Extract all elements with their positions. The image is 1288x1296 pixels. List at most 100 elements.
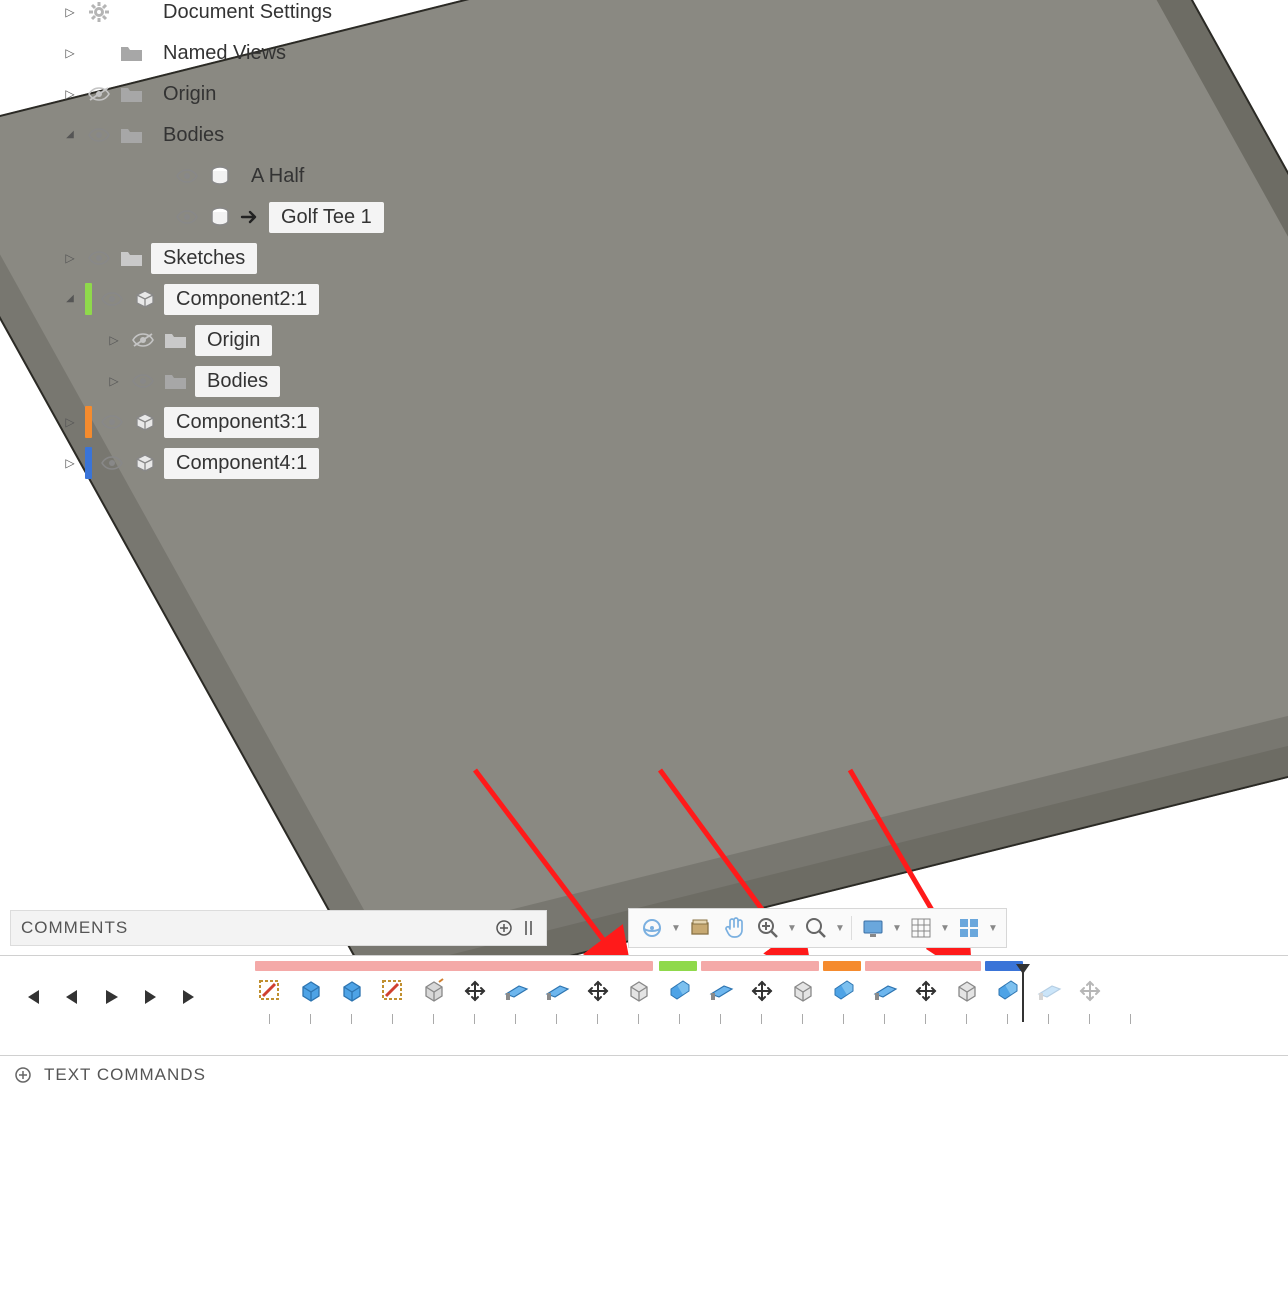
timeline-feature-extrude-gray[interactable]	[419, 976, 449, 1006]
visibility-visible-icon[interactable]	[85, 125, 113, 145]
expand-collapse-arrow[interactable]: ◢	[61, 125, 79, 143]
tree-item-label[interactable]: Component4:1	[164, 448, 319, 479]
timeline-strip	[701, 961, 819, 971]
playback-step-fwd-button[interactable]	[138, 984, 164, 1010]
tree-row[interactable]: ▷ Bodies	[55, 362, 475, 400]
dropdown-arrow-icon[interactable]: ▼	[787, 923, 797, 934]
timeline-feature-move[interactable]	[911, 976, 941, 1006]
expand-collapse-arrow[interactable]: ▷	[61, 44, 79, 62]
timeline-feature-sketch[interactable]	[378, 976, 408, 1006]
tree-item-label[interactable]: Origin	[195, 325, 272, 356]
viewports-button[interactable]	[954, 913, 984, 943]
tree-row[interactable]: ▷ Component3:1	[55, 403, 475, 441]
playback-skip-fwd-button[interactable]	[178, 984, 204, 1010]
dropdown-arrow-icon[interactable]: ▼	[835, 923, 845, 934]
timeline-feature-sketch[interactable]	[255, 976, 285, 1006]
dropdown-arrow-icon[interactable]: ▼	[671, 923, 681, 934]
timeline-playhead[interactable]	[1022, 972, 1024, 1022]
tree-row[interactable]: ◢ Bodies	[55, 116, 475, 154]
tree-row[interactable]: ◢ Component2:1	[55, 280, 475, 318]
tree-item-label[interactable]: Document Settings	[151, 0, 344, 28]
timeline-feature-move-dim[interactable]	[1075, 976, 1105, 1006]
visibility-visible-icon[interactable]	[173, 166, 201, 186]
visibility-visible-icon[interactable]	[173, 207, 201, 227]
expand-collapse-arrow[interactable]: ▷	[105, 372, 123, 390]
tree-row[interactable]: A Half	[55, 157, 475, 195]
playback-skip-back-button[interactable]	[18, 984, 44, 1010]
tree-item-label[interactable]: Origin	[151, 79, 228, 110]
timeline-feature-component[interactable]	[624, 976, 654, 1006]
timeline-feature-plane[interactable]	[706, 976, 736, 1006]
toolbar-separator	[851, 916, 852, 940]
timeline-feature-component[interactable]	[788, 976, 818, 1006]
text-commands-bar[interactable]: TEXT COMMANDS	[0, 1055, 1288, 1094]
visibility-visible-icon[interactable]	[129, 371, 157, 391]
tree-item-label[interactable]: A Half	[239, 161, 316, 192]
timeline-feature-move[interactable]	[583, 976, 613, 1006]
visibility-visible-icon[interactable]	[85, 248, 113, 268]
grid-button[interactable]	[906, 913, 936, 943]
tree-row[interactable]: ▷ Sketches	[55, 239, 475, 277]
collapse-comments-icon[interactable]	[524, 919, 536, 937]
timeline-feature-extrude-blue[interactable]	[296, 976, 326, 1006]
dropdown-arrow-icon[interactable]: ▼	[892, 923, 902, 934]
tree-row[interactable]: ▷ Origin	[55, 75, 475, 113]
tree-item-label[interactable]: Golf Tee 1	[269, 202, 384, 233]
timeline-feature-plane-dim[interactable]	[1034, 976, 1064, 1006]
tree-item-label[interactable]: Bodies	[195, 366, 280, 397]
visibility-hidden-icon[interactable]	[85, 84, 113, 104]
pan-button[interactable]	[719, 913, 749, 943]
visibility-visible-icon[interactable]	[98, 412, 126, 432]
fit-button[interactable]	[801, 913, 831, 943]
timeline-feature-extrude-blue[interactable]	[337, 976, 367, 1006]
zoom-button[interactable]	[753, 913, 783, 943]
tree-item-label[interactable]: Sketches	[151, 243, 257, 274]
tree-item-label[interactable]: Component2:1	[164, 284, 319, 315]
expand-text-commands-icon[interactable]	[14, 1066, 32, 1084]
timeline-feature-move[interactable]	[747, 976, 777, 1006]
visibility-placeholder[interactable]	[85, 2, 113, 22]
component-icon	[132, 288, 158, 310]
tree-row[interactable]: ▷ Origin	[55, 321, 475, 359]
text-commands-label: TEXT COMMANDS	[44, 1065, 206, 1085]
timeline-feature-plane[interactable]	[870, 976, 900, 1006]
visibility-hidden-icon[interactable]	[129, 330, 157, 350]
timeline-feature-plane[interactable]	[501, 976, 531, 1006]
timeline-feature-plane[interactable]	[542, 976, 572, 1006]
component-color-tag	[85, 406, 92, 438]
timeline-feature-copy-blue[interactable]	[993, 976, 1023, 1006]
visibility-visible-icon[interactable]	[98, 289, 126, 309]
dropdown-arrow-icon[interactable]: ▼	[988, 923, 998, 934]
tree-item-label[interactable]: Bodies	[151, 120, 236, 151]
timeline-feature-component[interactable]	[952, 976, 982, 1006]
component-color-tag	[85, 283, 92, 315]
tree-item-label[interactable]: Named Views	[151, 38, 298, 69]
playback-step-back-button[interactable]	[58, 984, 84, 1010]
tree-row[interactable]: ▷ Component4:1	[55, 444, 475, 482]
tree-row[interactable]: Golf Tee 1	[55, 198, 475, 236]
add-comment-button[interactable]	[494, 918, 514, 938]
timeline-feature-move[interactable]	[460, 976, 490, 1006]
playback-play-button[interactable]	[98, 984, 124, 1010]
expand-collapse-arrow[interactable]: ▷	[61, 454, 79, 472]
tree-row[interactable]: ▷ Document Settings	[55, 0, 475, 31]
folder-icon	[163, 370, 189, 392]
timeline-strip	[255, 961, 653, 971]
expand-collapse-arrow[interactable]: ▷	[61, 3, 79, 21]
expand-collapse-arrow	[149, 208, 167, 226]
look-at-button[interactable]	[685, 913, 715, 943]
tree-row[interactable]: ▷ Named Views	[55, 34, 475, 72]
dropdown-arrow-icon[interactable]: ▼	[940, 923, 950, 934]
expand-collapse-arrow[interactable]: ▷	[61, 249, 79, 267]
display-button[interactable]	[858, 913, 888, 943]
expand-collapse-arrow[interactable]: ◢	[61, 289, 79, 307]
tree-item-label[interactable]: Component3:1	[164, 407, 319, 438]
timeline-feature-copy-blue[interactable]	[829, 976, 859, 1006]
expand-collapse-arrow[interactable]: ▷	[105, 331, 123, 349]
visibility-visible-icon[interactable]	[98, 453, 126, 473]
comments-panel-header[interactable]: COMMENTS	[10, 910, 547, 946]
orbit-button[interactable]	[637, 913, 667, 943]
timeline-feature-copy-blue[interactable]	[665, 976, 695, 1006]
expand-collapse-arrow[interactable]: ▷	[61, 413, 79, 431]
expand-collapse-arrow[interactable]: ▷	[61, 85, 79, 103]
